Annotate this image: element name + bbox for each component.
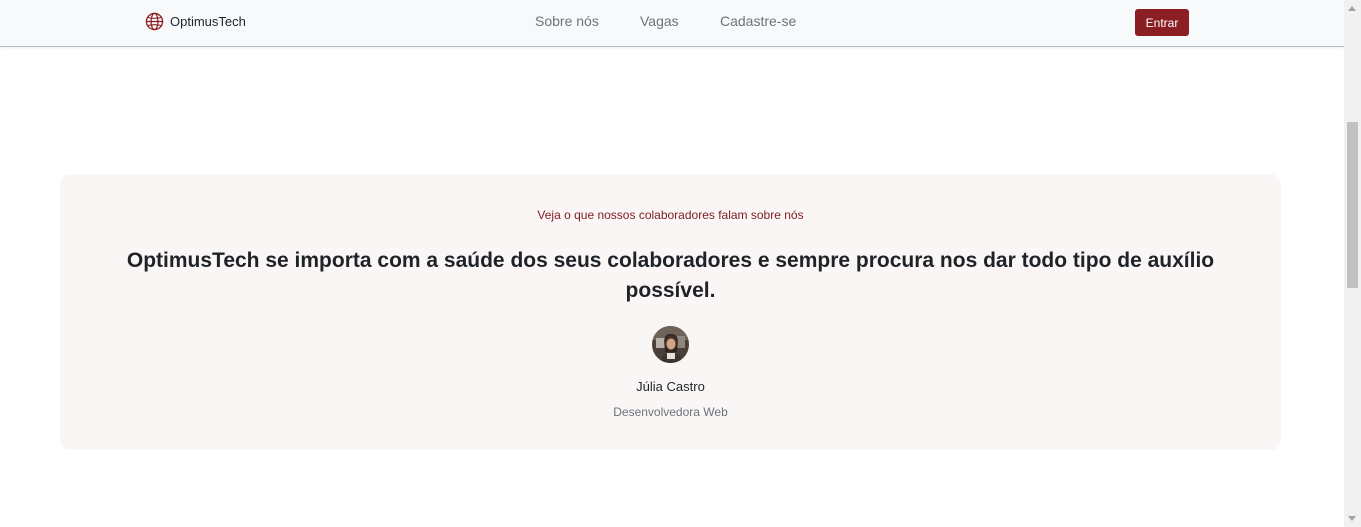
testimonial-kicker: Veja o que nossos colaboradores falam so… <box>537 208 804 222</box>
scroll-down-arrow-icon[interactable] <box>1348 516 1356 521</box>
testimonial-author-role: Desenvolvedora Web <box>613 405 728 419</box>
top-navbar: OptimusTech Sobre nós Vagas Cadastre-se … <box>0 0 1344 47</box>
testimonial-card: Veja o que nossos colaboradores falam so… <box>60 174 1281 450</box>
vertical-scrollbar[interactable] <box>1344 0 1361 527</box>
avatar <box>652 326 689 363</box>
scrollbar-thumb[interactable] <box>1347 122 1358 288</box>
nav-link-vagas[interactable]: Vagas <box>640 13 679 29</box>
testimonial-quote: OptimusTech se importa com a saúde dos s… <box>126 249 1215 302</box>
nav-link-cadastre-se[interactable]: Cadastre-se <box>720 13 796 29</box>
page: OptimusTech Sobre nós Vagas Cadastre-se … <box>0 0 1361 527</box>
testimonial-author-name: Júlia Castro <box>636 379 705 394</box>
scroll-up-arrow-icon[interactable] <box>1348 6 1356 11</box>
nav-link-sobre-nos[interactable]: Sobre nós <box>535 13 599 29</box>
login-button[interactable]: Entrar <box>1135 9 1189 36</box>
